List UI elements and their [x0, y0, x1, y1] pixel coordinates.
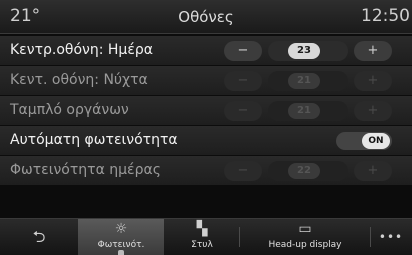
stepper-value[interactable]: 23	[288, 43, 320, 59]
increase-button[interactable]: +	[354, 41, 392, 61]
setting-auto-brightness: Αυτόματη φωτεινότητα ON	[0, 126, 412, 155]
tab-label: Head-up display	[268, 240, 342, 250]
bottom-tab-bar: ⮌ ☼ Φωτεινότ. ▚ Στυλ ▭ Head-up display •…	[0, 218, 412, 255]
brightness-stepper: − 23 +	[224, 41, 392, 61]
setting-label: Αυτόματη φωτεινότητα	[10, 132, 178, 148]
decrease-button[interactable]: −	[224, 101, 262, 121]
brightness-stepper: − 21 +	[224, 101, 392, 121]
tab-label: Φωτεινότ.	[97, 240, 145, 250]
setting-label: Κεντ. οθόνη: Νύχτα	[10, 72, 148, 88]
status-bar: 21° Οθόνες 12:50	[0, 0, 412, 34]
settings-list: Κεντρ.οθόνη: Ημέρα − 23 + Κεντ. οθόνη: Ν…	[0, 36, 412, 186]
tab-head-up-display[interactable]: ▭ Head-up display	[240, 219, 370, 255]
back-button[interactable]: ⮌	[0, 219, 78, 255]
toggle-state: ON	[362, 133, 390, 149]
setting-center-display-day: Κεντρ.οθόνη: Ημέρα − 23 +	[0, 36, 412, 65]
display-settings-screen: 21° Οθόνες 12:50 Κεντρ.οθόνη: Ημέρα − 23…	[0, 0, 412, 255]
touch-pointer	[118, 250, 124, 255]
increase-button[interactable]: +	[354, 161, 392, 181]
tab-style[interactable]: ▚ Στυλ	[164, 219, 240, 255]
setting-label: Κεντρ.οθόνη: Ημέρα	[10, 42, 154, 58]
more-button[interactable]: •••	[370, 219, 412, 255]
setting-day-brightness: Φωτεινότητα ημέρας − 22 +	[0, 156, 412, 185]
stepper-track[interactable]: 23	[268, 41, 348, 61]
clock: 12:50	[361, 6, 410, 26]
brightness-stepper: − 22 +	[224, 161, 392, 181]
stepper-track[interactable]: 22	[268, 161, 348, 181]
auto-brightness-toggle[interactable]: ON	[336, 132, 392, 150]
increase-button[interactable]: +	[354, 71, 392, 91]
stepper-value[interactable]: 22	[288, 163, 320, 179]
decrease-button[interactable]: −	[224, 71, 262, 91]
back-arrow-icon: ⮌	[32, 227, 46, 246]
stepper-value[interactable]: 21	[288, 103, 320, 119]
brightness-stepper: − 21 +	[224, 71, 392, 91]
decrease-button[interactable]: −	[224, 41, 262, 61]
increase-button[interactable]: +	[354, 101, 392, 121]
tab-label: Στυλ	[191, 240, 213, 250]
hud-icon: ▭	[298, 221, 312, 237]
setting-label: Φωτεινότητα ημέρας	[10, 162, 161, 178]
stepper-track[interactable]: 21	[268, 71, 348, 91]
setting-instrument-panel: Ταμπλό οργάνων − 21 +	[0, 96, 412, 125]
style-icon: ▚	[196, 221, 208, 237]
setting-center-display-night: Κεντ. οθόνη: Νύχτα − 21 +	[0, 66, 412, 95]
more-dots-icon: •••	[378, 230, 404, 244]
stepper-track[interactable]: 21	[268, 101, 348, 121]
decrease-button[interactable]: −	[224, 161, 262, 181]
page-title: Οθόνες	[178, 8, 234, 26]
setting-label: Ταμπλό οργάνων	[10, 102, 129, 118]
sun-icon: ☼	[114, 221, 128, 237]
stepper-value[interactable]: 21	[288, 73, 320, 89]
